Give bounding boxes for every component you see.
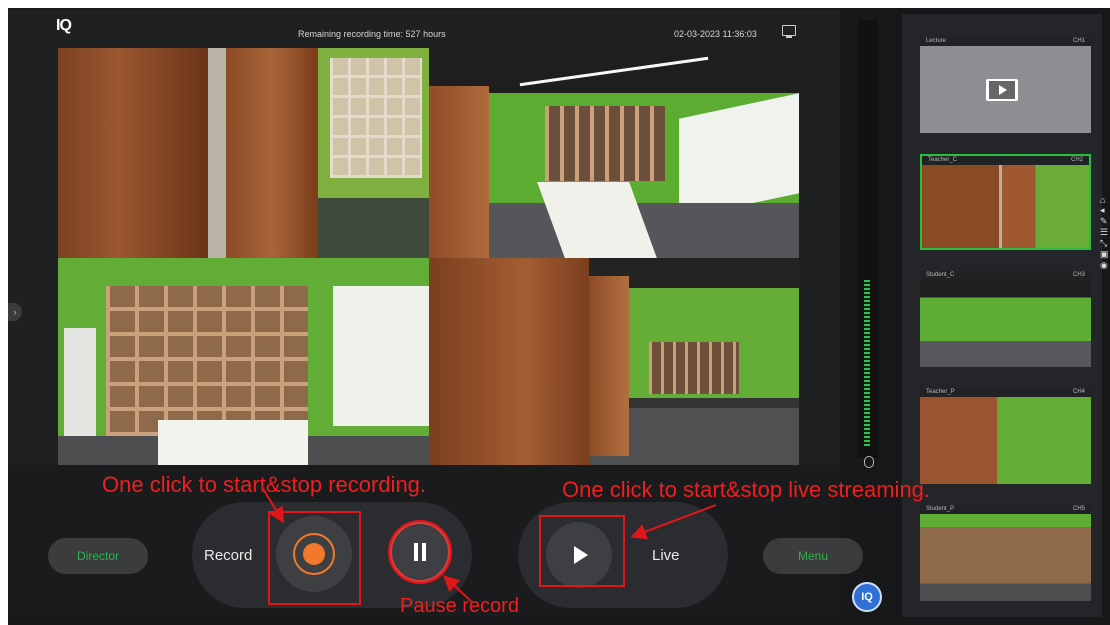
- channel-name: Teacher_P: [926, 389, 955, 395]
- channel-thumb-ch3[interactable]: Student_C CH3: [920, 271, 1091, 367]
- remaining-recording-time: Remaining recording time: 527 hours: [298, 29, 446, 39]
- channel-name: Teacher_C: [928, 157, 958, 163]
- channel-thumb-ch2[interactable]: Teacher_C CH2: [920, 154, 1091, 250]
- record-label: Record: [204, 547, 253, 564]
- channel-name: Student_C: [926, 272, 955, 278]
- date-time: 02-03-2023 11:36:03: [674, 29, 757, 39]
- pause-annotation: Pause record: [400, 595, 519, 617]
- director-button[interactable]: Director: [48, 538, 148, 574]
- channel-id: CH4: [1072, 389, 1085, 395]
- channel-thumb-ch5[interactable]: Student_P CH5: [920, 505, 1091, 601]
- iq-logo: IQ: [56, 17, 72, 34]
- record-highlight-box: [268, 511, 361, 605]
- iq-assistant-icon[interactable]: IQ: [852, 582, 882, 612]
- audio-level-bar: [864, 280, 870, 446]
- video-file-icon: [986, 79, 1018, 101]
- menu-button[interactable]: Menu: [763, 538, 863, 574]
- pause-highlight-ring: [388, 520, 452, 584]
- top-bar: IQ Remaining recording time: 527 hours 0…: [8, 10, 840, 46]
- microphone-icon[interactable]: [864, 456, 874, 468]
- channel-thumb-ch1[interactable]: Lecture CH1: [920, 37, 1091, 133]
- channel-id: CH3: [1072, 272, 1085, 278]
- channel-name: Student_P: [926, 506, 955, 512]
- monitor-icon[interactable]: [782, 25, 796, 38]
- live-label: Live: [652, 547, 680, 564]
- live-annotation: One click to start&stop live streaming.: [562, 477, 931, 502]
- channel-name: Lecture: [926, 38, 947, 44]
- video-tile-4[interactable]: [429, 258, 799, 468]
- right-toolbar[interactable]: ⌂ ◂ ✎ ☰ ⤡ ▣ ◉: [1100, 195, 1110, 405]
- channel-id: CH1: [1072, 38, 1085, 44]
- video-tile-3[interactable]: [58, 258, 429, 468]
- live-highlight-box: [539, 515, 625, 587]
- channel-id: CH2: [1070, 157, 1083, 163]
- video-tile-2[interactable]: [429, 48, 799, 258]
- video-tile-1[interactable]: [58, 48, 429, 258]
- channel-thumb-ch4[interactable]: Teacher_P CH4: [920, 388, 1091, 484]
- record-annotation: One click to start&stop recording.: [102, 472, 427, 497]
- video-preview-grid[interactable]: [58, 48, 799, 468]
- channel-id: CH5: [1072, 506, 1085, 512]
